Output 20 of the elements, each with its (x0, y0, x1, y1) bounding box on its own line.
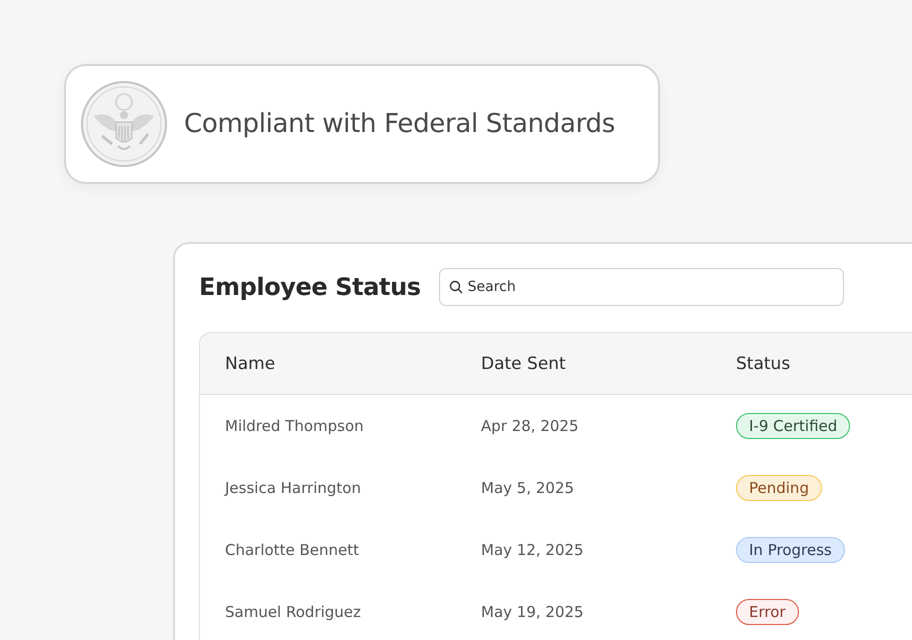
table-cell-text: Jessica Harrington (223, 479, 362, 497)
status-tag: In Progress (736, 537, 845, 563)
table-cell-text: May 19, 2025 (480, 603, 585, 621)
table-cell-text: Charlotte Bennett (224, 541, 360, 559)
search-icon (448, 280, 463, 294)
panel-title: Employee Status (199, 273, 421, 301)
table-cell-text: May 12, 2025 (480, 541, 585, 559)
column-header: Name (224, 354, 276, 374)
banner-text: Compliant with Federal Standards (184, 109, 616, 139)
status-tag: Error (736, 599, 799, 625)
search-field[interactable]: Search (438, 268, 844, 306)
table-cell-text: Apr 28, 2025 (480, 417, 580, 435)
table-cell-text: May 5, 2025 (480, 479, 576, 497)
table-cell-text: Mildred Thompson (224, 417, 365, 435)
column-header: Status (735, 354, 792, 374)
status-tag: I-9 Certified (736, 413, 850, 439)
seal-emblem-icon (80, 80, 168, 168)
table-cell-text: Samuel Rodriguez (224, 603, 362, 621)
column-header: Date Sent (480, 354, 567, 374)
status-tag: Pending (736, 475, 822, 501)
